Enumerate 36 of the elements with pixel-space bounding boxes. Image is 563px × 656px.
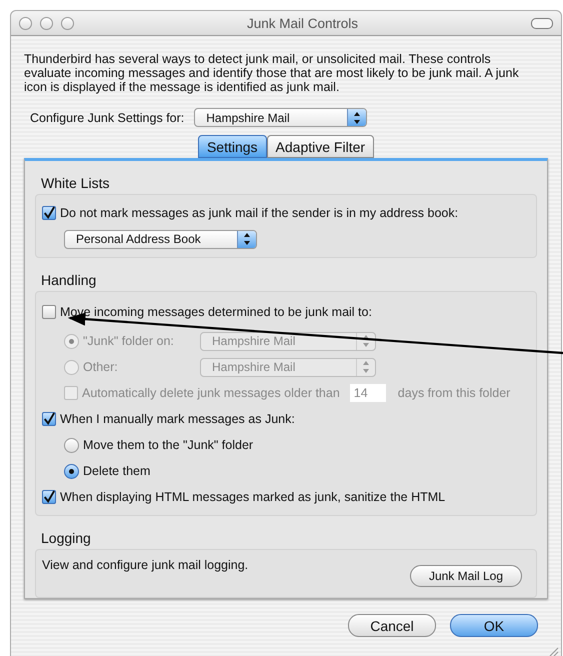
days-suffix: days from this folder [398, 386, 510, 400]
window-title: Junk Mail Controls [246, 16, 360, 30]
checkbox[interactable] [42, 206, 56, 220]
tab[interactable]: Settings [198, 135, 267, 158]
logging-description: View and configure junk mail logging. [42, 558, 248, 572]
checkbox-label: When I manually mark messages as Junk: [60, 412, 295, 426]
close-icon[interactable] [19, 16, 32, 30]
zoom-icon[interactable] [61, 16, 74, 30]
checkbox[interactable] [42, 490, 56, 504]
dialog-button[interactable]: Cancel [348, 614, 436, 637]
radio-label: Other: [83, 360, 119, 374]
intro-text: Thunderbird has several ways to detect junk mail, or unsolicited mail. These controls evaluate incoming messages and identify those that are most likely to be junk mail. A junk icon is displayed if the message is identified as junk mail. [24, 52, 520, 94]
checkbox[interactable] [42, 412, 56, 426]
radio-label: Move them to the "Junk" folder [83, 438, 254, 452]
checkbox-label: Do not mark messages as junk mail if the sender is in my address book: [60, 206, 458, 220]
minimize-icon[interactable] [40, 16, 53, 30]
checkbox-label: When displaying HTML messages marked as junk, sanitize the HTML [60, 490, 446, 504]
section-heading: Handling [41, 272, 98, 288]
stepper-arrows-icon [347, 109, 366, 126]
section-heading: White Lists [41, 175, 110, 191]
configure-label: Configure Junk Settings for: [30, 110, 184, 124]
tab[interactable]: Adaptive Filter [266, 135, 374, 158]
radio-label: "Junk" folder on: [83, 334, 175, 348]
radio-button[interactable] [64, 464, 79, 478]
junk-mail-log-button[interactable]: Junk Mail Log [410, 565, 522, 587]
resize-grip-icon[interactable] [549, 647, 559, 656]
stepper-arrows-icon [237, 230, 256, 248]
radio-button[interactable] [64, 438, 79, 452]
section-heading: Logging [41, 530, 92, 546]
dropdown[interactable]: Hampshire Mail [194, 108, 368, 127]
checkbox-label: Automatically delete junk messages older than [82, 386, 340, 400]
dropdown[interactable]: Personal Address Book [64, 230, 257, 248]
radio-label: Delete them [83, 464, 150, 478]
checkbox[interactable] [42, 305, 56, 319]
toolbar-toggle-icon[interactable] [531, 18, 553, 28]
dialog-button[interactable]: OK [450, 614, 538, 637]
